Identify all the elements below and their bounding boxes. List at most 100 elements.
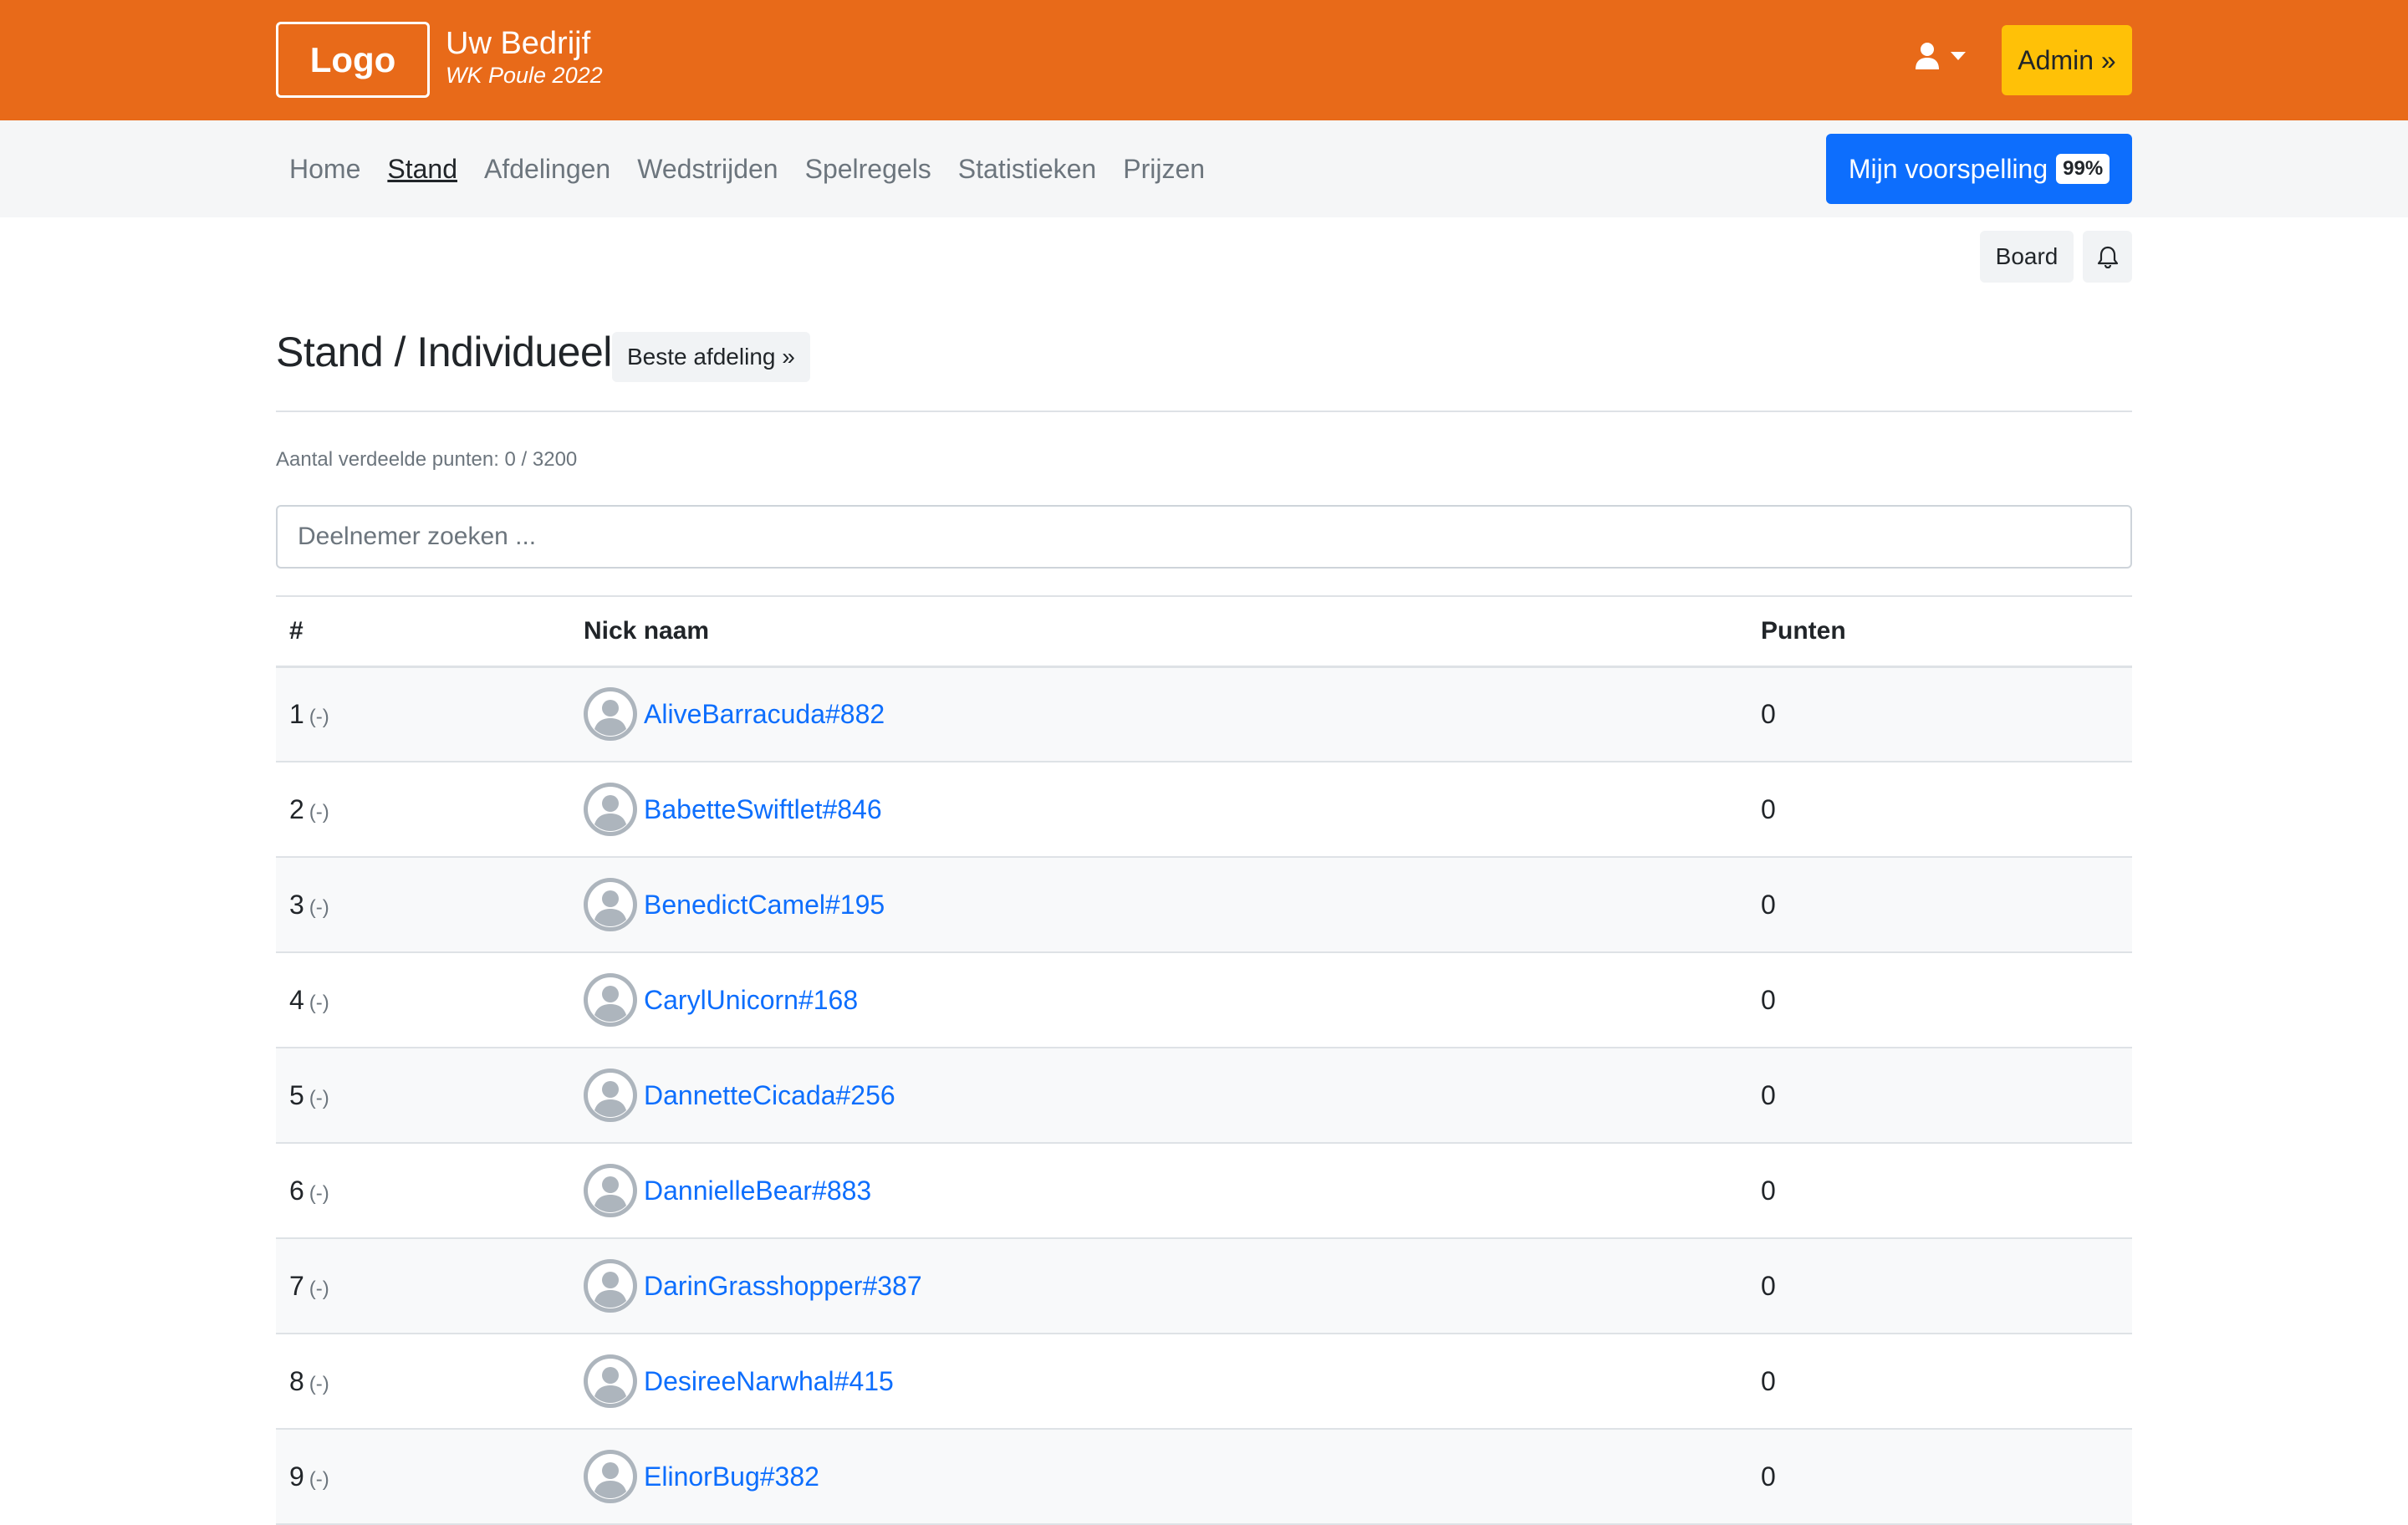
rank-change: (-): [309, 991, 329, 1014]
participant-link[interactable]: DannetteCicada#256: [644, 1080, 895, 1111]
rank-change: (-): [309, 1277, 329, 1300]
best-department-button[interactable]: Beste afdeling »: [612, 332, 810, 382]
user-menu-button[interactable]: [1915, 42, 1967, 70]
nick-cell: DannetteCicada#256: [570, 1048, 1747, 1144]
nick-cell: ElinorBug#382: [570, 1429, 1747, 1525]
nav-links: Home Stand Afdelingen Wedstrijden Spelre…: [276, 120, 1218, 217]
table-row: 1 (-) AliveBarracuda#882 0: [276, 666, 2132, 762]
points-cell: 0: [1747, 857, 2132, 953]
participant-link[interactable]: DannielleBear#883: [644, 1176, 871, 1206]
nick-cell: DarinGrasshopper#387: [570, 1238, 1747, 1334]
board-button[interactable]: Board: [1980, 231, 2074, 283]
user-avatar-icon: [588, 691, 633, 737]
table-body: 1 (-) AliveBarracuda#882 0 2 (-) BabetteSwiftl…: [276, 666, 2132, 1525]
rank-change: (-): [309, 1086, 329, 1109]
user-avatar-icon: [588, 1454, 633, 1499]
avatar: [584, 973, 637, 1027]
avatar: [584, 878, 637, 931]
rank-value: 9: [289, 1461, 304, 1492]
nick-wrap: CarylUnicorn#168: [584, 973, 1734, 1027]
nick-wrap: BenedictCamel#195: [584, 878, 1734, 931]
header-rank: #: [276, 595, 570, 668]
table-row: 3 (-) BenedictCamel#195 0: [276, 857, 2132, 953]
rank-cell: 1 (-): [276, 666, 570, 762]
logo[interactable]: Logo: [276, 22, 430, 98]
nick-cell: DannielleBear#883: [570, 1143, 1747, 1239]
rank-change: (-): [309, 1372, 329, 1395]
participant-link[interactable]: DesireeNarwhal#415: [644, 1366, 894, 1397]
standings-table: # Nick naam Punten 1 (-) AliveBarracuda#88…: [276, 595, 2132, 1525]
user-avatar-icon: [588, 787, 633, 832]
notifications-button[interactable]: [2083, 231, 2132, 283]
table-header-row: # Nick naam Punten: [276, 595, 2132, 668]
caret-down-icon: [1951, 52, 1966, 60]
header-points: Punten: [1747, 595, 2132, 668]
rank-value: 4: [289, 984, 304, 1015]
rank-change: (-): [309, 800, 329, 824]
user-avatar-icon: [588, 1359, 633, 1404]
participant-search-input[interactable]: [276, 505, 2132, 569]
nav-statistieken[interactable]: Statistieken: [945, 154, 1110, 185]
avatar: [584, 1069, 637, 1122]
table-row: 7 (-) DarinGrasshopper#387 0: [276, 1238, 2132, 1334]
nick-cell: DesireeNarwhal#415: [570, 1334, 1747, 1430]
brand: Uw Bedrijf WK Poule 2022: [446, 25, 603, 89]
user-avatar-icon: [588, 1263, 633, 1308]
admin-button[interactable]: Admin »: [2002, 25, 2132, 95]
nick-wrap: DannielleBear#883: [584, 1164, 1734, 1217]
rank-change: (-): [309, 1181, 329, 1205]
rank-value: 2: [289, 793, 304, 824]
points-cell: 0: [1747, 762, 2132, 858]
nick-wrap: BabetteSwiftlet#846: [584, 783, 1734, 836]
rank-cell: 6 (-): [276, 1143, 570, 1239]
nav-home[interactable]: Home: [276, 154, 374, 185]
participant-link[interactable]: BabetteSwiftlet#846: [644, 794, 882, 825]
user-avatar-icon: [588, 1168, 633, 1213]
rank-value: 6: [289, 1175, 304, 1206]
app-subtitle: WK Poule 2022: [446, 63, 603, 88]
nick-cell: AliveBarracuda#882: [570, 666, 1747, 762]
nick-cell: BabetteSwiftlet#846: [570, 762, 1747, 858]
points-cell: 0: [1747, 1143, 2132, 1239]
user-avatar-icon: [588, 977, 633, 1023]
points-cell: 0: [1747, 1429, 2132, 1525]
rank-value: 3: [289, 889, 304, 920]
rank-value: 8: [289, 1365, 304, 1396]
table-row: 4 (-) CarylUnicorn#168 0: [276, 952, 2132, 1048]
table-row: 6 (-) DannielleBear#883 0: [276, 1143, 2132, 1239]
nav-afdelingen[interactable]: Afdelingen: [471, 154, 624, 185]
nav-stand[interactable]: Stand: [374, 154, 471, 185]
nav-prijzen[interactable]: Prijzen: [1110, 154, 1218, 185]
participant-link[interactable]: ElinorBug#382: [644, 1461, 819, 1492]
points-cell: 0: [1747, 1238, 2132, 1334]
rank-cell: 8 (-): [276, 1334, 570, 1430]
rank-value: 1: [289, 698, 304, 729]
bell-icon: [2097, 246, 2118, 268]
table-row: 8 (-) DesireeNarwhal#415 0: [276, 1334, 2132, 1430]
user-icon: [1916, 43, 1939, 69]
rank-cell: 2 (-): [276, 762, 570, 858]
points-cell: 0: [1747, 666, 2132, 762]
avatar: [584, 1164, 637, 1217]
page-title: Stand / Individueel: [276, 329, 612, 375]
nick-wrap: ElinorBug#382: [584, 1450, 1734, 1503]
rank-cell: 5 (-): [276, 1048, 570, 1144]
my-prediction-button[interactable]: Mijn voorspelling 99%: [1826, 134, 2132, 204]
avatar: [584, 1354, 637, 1408]
nick-wrap: AliveBarracuda#882: [584, 687, 1734, 742]
avatar: [584, 687, 637, 742]
rank-change: (-): [309, 705, 329, 728]
nick-wrap: DannetteCicada#256: [584, 1069, 1734, 1122]
participant-link[interactable]: CarylUnicorn#168: [644, 985, 858, 1016]
nick-cell: CarylUnicorn#168: [570, 952, 1747, 1048]
rank-value: 5: [289, 1079, 304, 1110]
rank-change: (-): [309, 895, 329, 919]
nav-wedstrijden[interactable]: Wedstrijden: [624, 154, 791, 185]
participant-link[interactable]: BenedictCamel#195: [644, 890, 885, 921]
nav-spelregels[interactable]: Spelregels: [792, 154, 945, 185]
participant-link[interactable]: DarinGrasshopper#387: [644, 1271, 922, 1302]
participant-link[interactable]: AliveBarracuda#882: [644, 699, 885, 730]
main-nav: Home Stand Afdelingen Wedstrijden Spelre…: [0, 120, 2408, 217]
progress-badge: 99%: [2056, 154, 2110, 184]
nick-cell: BenedictCamel#195: [570, 857, 1747, 953]
